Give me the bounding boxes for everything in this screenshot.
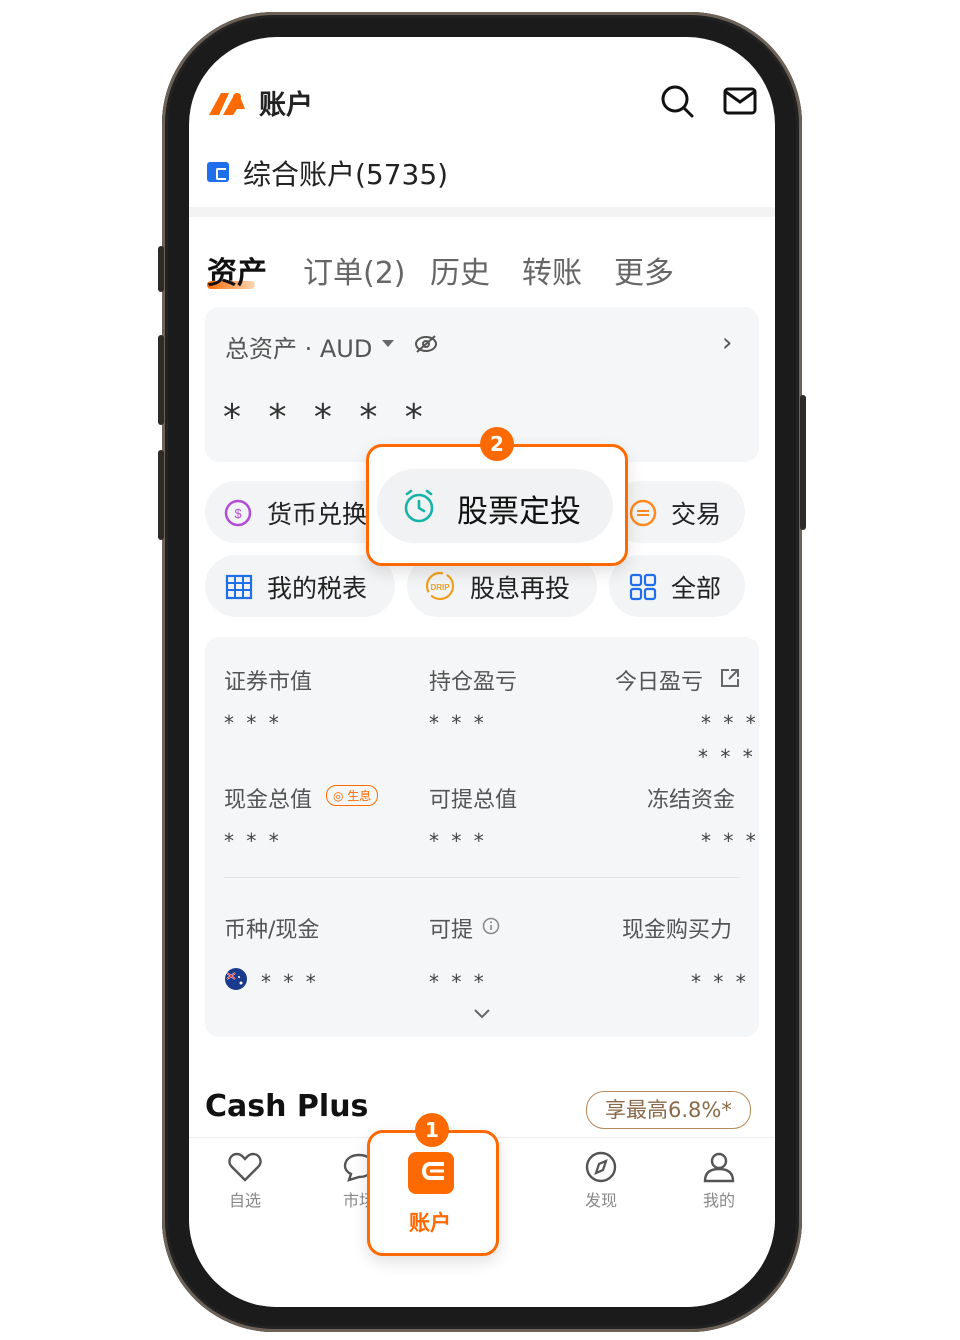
value-securities: * * * [224,711,282,735]
chevron-down-icon[interactable] [473,1008,491,1020]
label-position-pnl: 持仓盈亏 [429,670,518,695]
action-label: 货币兑换 [267,500,368,529]
tabbar-label: 我的 [702,1191,735,1210]
label-withdrawable: 可提 [429,918,474,943]
total-assets-label: 总资产 · AUD [225,335,373,363]
value-today-pnl-2: * * * [698,745,756,769]
trade-icon [629,499,657,527]
value-today-pnl: * * * [701,711,759,735]
label-withdrawable-total: 可提总值 [429,788,518,813]
phone-side-button [158,335,164,425]
section-divider [189,207,775,217]
value-frozen-funds: * * * [701,829,759,853]
search-icon[interactable] [659,83,695,119]
tabbar-label-account: 账户 [409,1211,451,1235]
app-screen: 账户 综合账户(5735) 资产 订单(2) 历史 转账 更多 总资产 · AU… [189,37,775,1307]
tab-transfer[interactable]: 转账 [522,248,582,292]
value-buying-power: * * * [691,970,749,994]
value-withdrawable-total: * * * [429,829,487,853]
action-label: 我的税表 [267,574,368,603]
drip-icon: DRIP [425,571,455,601]
logo-icon [209,93,245,115]
tab-history[interactable]: 历史 [430,248,490,292]
label-securities-value: 证券市值 [224,670,313,695]
info-icon[interactable] [482,917,500,935]
tabbar-label: 发现 [584,1191,617,1210]
action-label: 交易 [671,500,722,529]
label-buying-power: 现金购买力 [622,918,733,943]
mail-icon[interactable] [722,83,758,119]
caret-down-icon[interactable] [381,339,395,349]
tab-more[interactable]: 更多 [614,248,674,292]
phone-side-button [158,246,164,292]
svg-text:$: $ [234,506,242,521]
chevron-right-icon[interactable]: › [722,328,732,358]
step-badge-1: 1 [415,1113,449,1147]
label-frozen-funds: 冻结资金 [647,788,736,813]
grid-icon [629,573,657,601]
label-currency-cash: 币种/现金 [224,918,320,943]
page-title: 账户 [259,90,313,121]
value-cash-total: * * * [224,829,282,853]
phone-side-button [800,395,806,530]
table-icon [225,574,253,600]
currency-exchange-icon: $ [224,499,252,527]
clock-icon [404,489,434,523]
label-cash-total: 现金总值 [224,788,313,813]
tabbar-item-watchlist[interactable]: 自选 [205,1151,285,1211]
compass-icon [585,1151,617,1183]
eye-hidden-icon[interactable] [413,333,439,355]
action-label: 全部 [671,574,722,603]
tab-orders[interactable]: 订单(2) [303,248,406,292]
label-today-pnl: 今日盈亏 [615,670,704,695]
tab-assets[interactable]: 资产 [207,248,267,292]
svg-text:DRIP: DRIP [430,583,450,592]
value-withdrawable: * * * [429,970,487,994]
cash-plus-promo-badge[interactable]: 享最高6.8%* [586,1091,751,1129]
value-currency-cash: * * * [261,970,319,994]
share-icon[interactable] [719,667,741,689]
cash-plus-title: Cash Plus [205,1089,369,1124]
tabbar-item-me[interactable]: 我的 [679,1151,759,1211]
tabbar-label: 自选 [228,1191,261,1210]
total-assets-value: * * * * * [223,397,431,438]
user-icon [703,1152,735,1183]
account-icon [207,162,229,182]
wallet-icon [421,1162,444,1180]
grid-divider [224,877,740,878]
step-badge-2: 2 [480,427,514,461]
tabbar-item-account[interactable] [408,1152,454,1194]
action-label: 股息再投 [470,574,571,603]
phone-side-button [158,450,164,540]
tabbar-item-discover[interactable]: 发现 [561,1151,641,1211]
value-position-pnl: * * * [429,711,487,735]
interest-badge[interactable]: ◎ 生息 [326,785,379,806]
heart-icon [228,1152,262,1182]
account-selector[interactable]: 综合账户(5735) [243,153,448,193]
au-flag-icon [225,968,247,990]
action-label: 股票定投 [457,494,581,530]
